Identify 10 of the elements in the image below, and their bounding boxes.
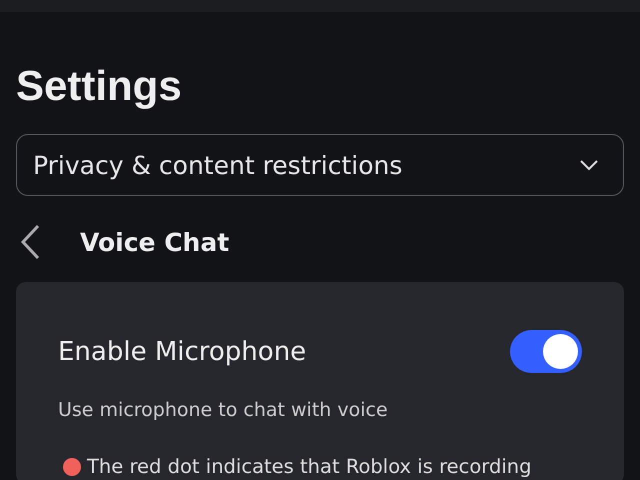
- page-title: Settings: [16, 62, 183, 110]
- toggle-switch[interactable]: [510, 330, 582, 373]
- recording-dot-icon: [63, 458, 81, 476]
- category-dropdown[interactable]: Privacy & content restrictions: [16, 134, 624, 196]
- setting-label: Enable Microphone: [58, 336, 306, 366]
- chevron-down-icon: [579, 159, 599, 171]
- recording-note: The red dot indicates that Roblox is recording: [87, 455, 532, 478]
- back-icon[interactable]: [20, 225, 40, 259]
- setting-description: Use microphone to chat with voice: [58, 399, 389, 421]
- section-title: Voice Chat: [80, 228, 230, 256]
